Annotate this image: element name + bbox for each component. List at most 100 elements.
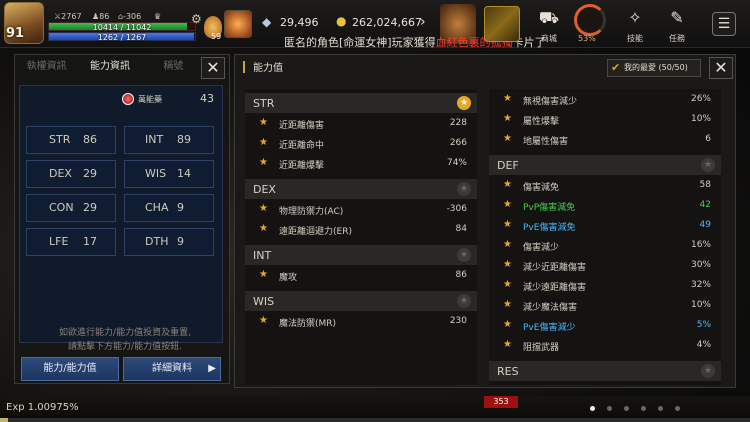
star-icon[interactable]: ★ (457, 248, 471, 262)
star-icon[interactable]: ★ (259, 223, 268, 234)
exp-bar (0, 418, 750, 422)
stat-row-value: 30% (690, 260, 711, 270)
page-dot[interactable] (624, 406, 629, 411)
section-header-wis[interactable]: WIS ★ (245, 291, 477, 311)
stat-row: ★ 減少遠距離傷害 32% (489, 277, 721, 295)
stat-cell-cha: CHA 9 (124, 194, 214, 222)
menu-icon[interactable]: ☰ (712, 12, 736, 36)
star-icon[interactable]: ★ (457, 182, 471, 196)
section-header-int[interactable]: INT ★ (245, 245, 477, 265)
ability-button[interactable]: 能力/能力值 (21, 357, 119, 381)
star-icon[interactable]: ★ (259, 157, 268, 168)
stat-row: ★ 減少魔法傷害 10% (489, 297, 721, 315)
star-icon[interactable]: ★ (503, 113, 512, 124)
gear-icon[interactable]: ⚙ (191, 12, 202, 26)
stat-key: INT (145, 133, 164, 146)
star-icon[interactable]: ★ (259, 269, 268, 280)
star-icon[interactable]: ★ (503, 259, 512, 270)
stat-row-value: 266 (449, 138, 467, 148)
star-icon[interactable]: ★ (503, 179, 512, 190)
star-icon[interactable]: ★ (457, 96, 471, 110)
star-icon[interactable]: ★ (503, 93, 512, 104)
quest-icon[interactable]: ✎ (664, 8, 690, 30)
stat-key: DTH (145, 235, 169, 248)
stat-row: ★ 傷害減免 58 (489, 177, 721, 195)
stat-row-value: 10% (690, 300, 711, 310)
star-icon[interactable]: ★ (503, 299, 512, 310)
elixir-label: 萬能藥 (138, 95, 162, 104)
buff-icon[interactable] (224, 10, 252, 38)
star-icon[interactable]: ★ (259, 137, 268, 148)
section-header-res[interactable]: RES ★ (489, 361, 721, 381)
star-icon[interactable]: ★ (457, 294, 471, 308)
star-icon[interactable]: ★ (503, 339, 512, 350)
stat-row-label: 物理防禦力(AC) (279, 207, 344, 217)
star-icon[interactable]: ★ (701, 364, 715, 378)
stat-box: 萬能藥 43 STR 86 INT 89 DEX 29 WIS 14 CON 29 CHA 9 LFE 1… (19, 85, 223, 352)
stat-row: ★ 物理防禦力(AC) -306 (245, 201, 477, 219)
shop-icon[interactable]: ⛟ (536, 8, 562, 30)
page-dot[interactable] (607, 406, 612, 411)
section-name: DEX (253, 183, 276, 196)
dex-stat-value: 86 (99, 12, 110, 21)
close-icon[interactable]: ✕ (709, 57, 733, 79)
stat-row-value: 58 (699, 180, 711, 190)
stat-row: ★ 傷害減少 16% (489, 237, 721, 255)
mp-text: 1262 / 1267 (97, 33, 147, 42)
star-icon[interactable]: ★ (259, 315, 268, 326)
star-icon[interactable]: ★ (503, 319, 512, 330)
tab-title[interactable]: 稱號 (142, 55, 205, 79)
chevron-right-icon[interactable]: › (420, 14, 426, 30)
star-icon[interactable]: ★ (259, 203, 268, 214)
stat-cell-str: STR 86 (26, 126, 116, 154)
character-info-panel: 執權資訊 能力資訊 稱號 ✕ 萬能藥 43 STR 86 INT 89 DEX 29 WIS… (14, 54, 230, 384)
stat-row-value: 16% (690, 240, 711, 250)
gold-amount: 262,024,667 (352, 16, 422, 29)
star-icon[interactable]: ★ (259, 117, 268, 128)
notification-badge[interactable]: 353 (484, 396, 518, 408)
title-accent (243, 61, 245, 73)
favorites-toggle[interactable]: ✔ 我的最愛 (50/50) (607, 59, 701, 77)
defense-stat: ⌂-306 (118, 12, 142, 21)
page-dot[interactable] (641, 406, 646, 411)
stat-row-label: PvE傷害減少 (523, 323, 576, 333)
stat-row-label: 近距離爆擊 (279, 161, 325, 171)
stat-row: ★ 無視傷害減少 26% (489, 91, 721, 109)
page-dot[interactable] (675, 406, 680, 411)
star-icon[interactable]: ★ (503, 219, 512, 230)
details-button-label: 詳細資料 (152, 363, 192, 374)
star-icon[interactable]: ★ (701, 158, 715, 172)
star-icon[interactable]: ★ (503, 279, 512, 290)
stat-value: 29 (83, 201, 97, 214)
stat-row-label: 傷害減免 (523, 183, 560, 193)
progress-ring[interactable] (574, 4, 606, 36)
stat-row-label: PvP傷害減免 (523, 203, 576, 213)
tab-rule-info[interactable]: 執權資訊 (15, 55, 78, 79)
star-icon[interactable]: ★ (503, 199, 512, 210)
favorites-label: 我的最愛 (50/50) (624, 63, 688, 72)
elixir-value: 43 (200, 92, 214, 105)
section-header-dex[interactable]: DEX ★ (245, 179, 477, 199)
page-dot[interactable] (590, 406, 595, 411)
tab-ability-info[interactable]: 能力資訊 (78, 55, 141, 79)
dex-stat: ♟86 (92, 12, 110, 21)
skill-icon[interactable]: ✧ (622, 8, 648, 30)
event-badge-icon[interactable] (484, 6, 520, 42)
gold-icon: ● (336, 14, 347, 28)
page-dot[interactable] (658, 406, 663, 411)
stat-row: ★ 減少近距離傷害 30% (489, 257, 721, 275)
crystal-amount: 29,496 (280, 16, 319, 29)
panel-title: 能力值 (253, 63, 283, 74)
stat-row: ★ 遠距離迴避力(ER) 84 (245, 221, 477, 239)
section-name: DEF (497, 159, 519, 172)
close-icon[interactable]: ✕ (201, 57, 225, 79)
star-icon[interactable]: ★ (503, 239, 512, 250)
stat-row-value: 10% (690, 114, 711, 124)
stat-row-label: 傷害減少 (523, 243, 560, 253)
section-header-def[interactable]: DEF ★ (489, 155, 721, 175)
details-button[interactable]: 詳細資料 ▶ (123, 357, 221, 381)
section-header-str[interactable]: STR ★ (245, 93, 477, 113)
stat-row-label: 屬性爆擊 (523, 117, 560, 127)
stat-key: DEX (49, 167, 72, 180)
star-icon[interactable]: ★ (503, 133, 512, 144)
